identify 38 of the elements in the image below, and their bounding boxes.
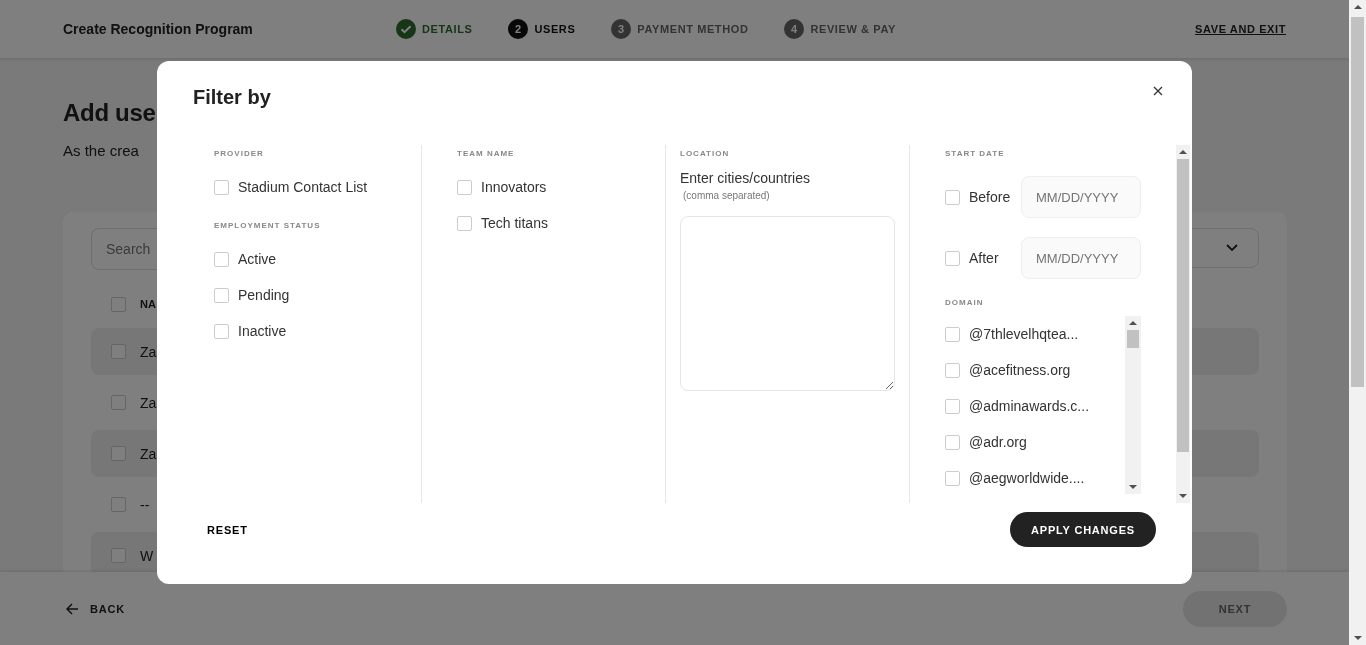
step-number: 3 (611, 19, 632, 39)
section-heading: DOMAIN (945, 298, 985, 309)
option-label: @adr.org (969, 434, 1027, 450)
table-cell: Za (140, 343, 157, 360)
hint-text: (comma separated) (683, 190, 771, 201)
step-label: REVIEW & PAY (810, 23, 896, 35)
field-label: Enter cities/countries (680, 170, 811, 186)
option-label: Tech titans (481, 215, 548, 231)
option-label: @aegworldwide.... (969, 470, 1085, 486)
step-label: USERS (534, 23, 576, 35)
option-label: Pending (238, 287, 290, 303)
section-heading: EMPLOYMENT STATUS (214, 221, 322, 232)
table-cell: -- (140, 496, 150, 513)
step-number: 4 (784, 19, 805, 39)
step-label: DETAILS (422, 23, 473, 35)
option-label: Before (969, 189, 1011, 205)
table-cell: Za (140, 445, 157, 462)
section-heading: PROVIDER (214, 149, 265, 160)
page-title: Create Recognition Program (63, 21, 254, 37)
option-label: Innovators (481, 179, 547, 195)
step-label: PAYMENT METHOD (637, 23, 749, 35)
option-label: Stadium Contact List (238, 179, 368, 195)
section-heading: LOCATION (680, 149, 731, 160)
section-heading: START DATE (945, 149, 1006, 160)
dialog-title: Filter by (193, 85, 271, 109)
option-label: @7thlevelhqtea... (969, 326, 1079, 342)
table-cell: W (140, 547, 154, 564)
option-label: Active (238, 251, 277, 267)
option-label: @adminawards.c... (969, 398, 1090, 414)
option-label: @acefitness.org (969, 362, 1071, 378)
step-number: 2 (508, 19, 529, 39)
section-heading: TEAM NAME (457, 149, 516, 160)
intro-text: As the crea (63, 142, 139, 159)
table-cell: Za (140, 394, 157, 411)
option-label: Inactive (238, 323, 287, 339)
column-header: NA (140, 298, 156, 310)
option-label: After (969, 250, 999, 266)
page-heading: Add use (63, 98, 156, 128)
